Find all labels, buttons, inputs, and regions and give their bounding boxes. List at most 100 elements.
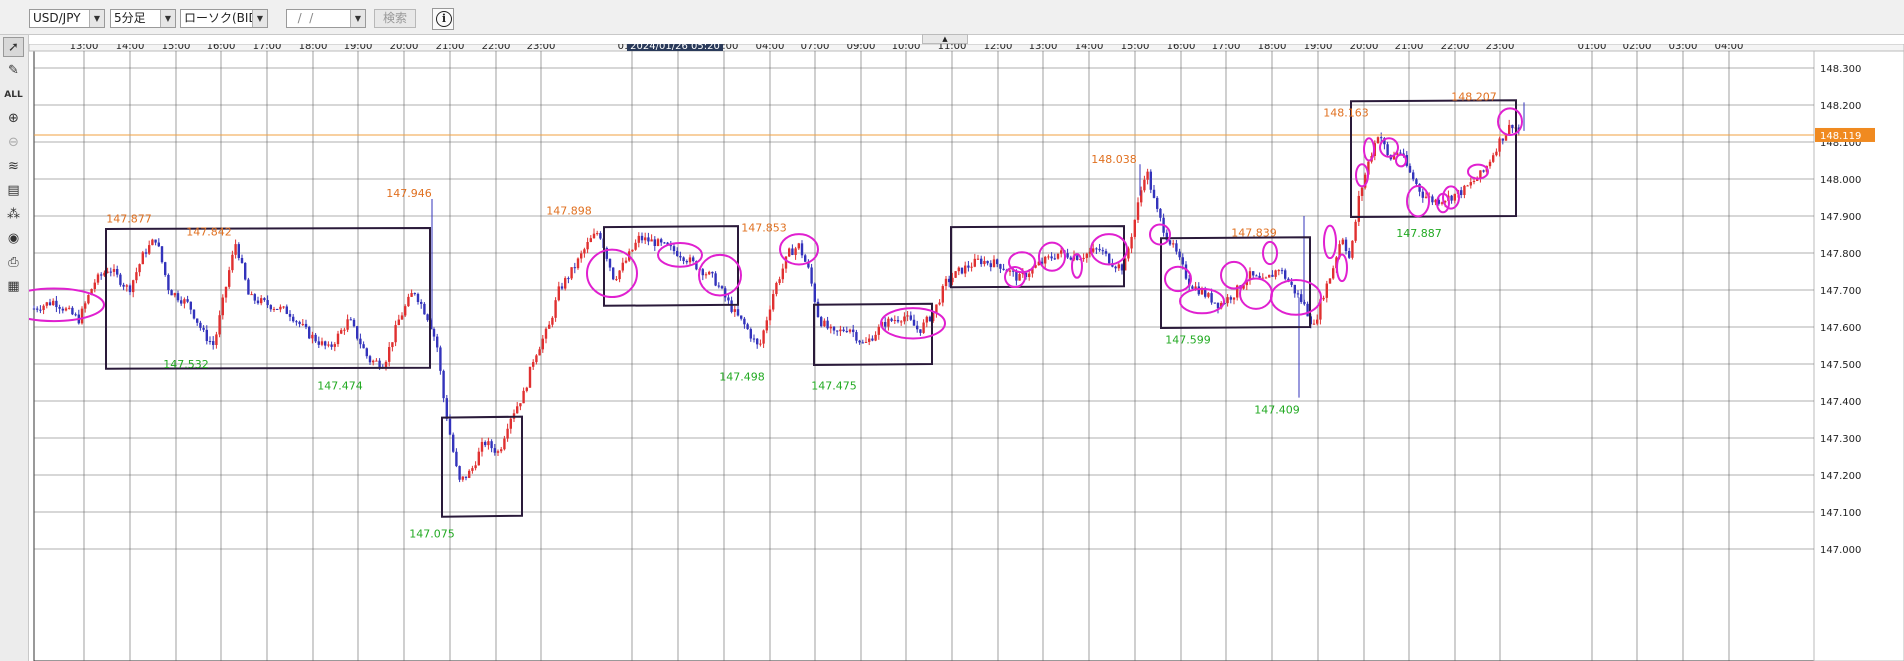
candle-body — [980, 258, 983, 265]
x-tick-label: 20:00 — [1350, 44, 1379, 52]
candle-body — [404, 306, 407, 316]
candle-body — [733, 309, 736, 312]
collapse-panel-button[interactable]: ▲ — [922, 34, 968, 44]
candle-body — [1421, 191, 1424, 198]
candle-body — [804, 255, 807, 262]
timeframe-select[interactable]: 5分足 ▼ — [110, 9, 176, 28]
eye-icon[interactable]: ◉ — [3, 229, 24, 249]
candle-body — [1498, 138, 1501, 152]
candle-body — [576, 258, 580, 269]
candle-body — [653, 239, 656, 246]
candle-body — [378, 360, 381, 368]
candle-body — [87, 294, 90, 304]
candle-body — [570, 267, 573, 279]
candle-body — [909, 315, 912, 320]
candle-body — [775, 282, 778, 295]
candle-body — [772, 294, 775, 310]
price-chart[interactable]: 13:00 14:00 15:00 16:00 17:00 18:00 19:00 20:00… — [29, 44, 1904, 661]
candle-body — [1047, 256, 1050, 258]
candle-body — [996, 259, 999, 265]
info-button[interactable]: i — [432, 8, 454, 30]
table-icon[interactable]: ▦ — [3, 277, 24, 297]
y-tick-label: 147.600 — [1820, 323, 1861, 334]
candle-body — [842, 329, 845, 332]
candle-body — [848, 329, 852, 332]
candle-body — [778, 279, 781, 283]
candle-body — [1450, 195, 1453, 201]
candle-body — [1508, 124, 1511, 135]
candle-body — [71, 307, 74, 315]
candle-body — [122, 284, 125, 287]
candle-body — [55, 300, 58, 308]
candle-body — [349, 319, 352, 321]
candle-body — [1511, 124, 1514, 129]
candle-body — [583, 249, 586, 254]
candle-body — [276, 308, 279, 310]
print-icon[interactable]: ⎙ — [3, 253, 24, 273]
crosshair-time-label: 2024/01/26 05:20 — [630, 44, 720, 52]
candle-body — [228, 270, 231, 287]
candle-body — [1306, 303, 1309, 317]
zoom-out-icon[interactable]: ⊖ — [3, 133, 24, 153]
candle-body — [810, 267, 813, 284]
y-tick-label: 147.700 — [1820, 286, 1861, 297]
candle-body — [1207, 293, 1210, 297]
date-placeholder: / / — [290, 11, 321, 25]
candle-body — [589, 238, 592, 243]
candle-body — [362, 344, 365, 349]
candle-body — [740, 315, 743, 319]
candle-body — [1104, 251, 1108, 254]
cursor-icon[interactable]: ➚ — [3, 37, 24, 57]
candle-body — [48, 302, 52, 306]
x-tick-label: 22:00 — [1441, 44, 1470, 52]
candle-body — [1284, 270, 1287, 279]
y-tick-label: 147.300 — [1820, 434, 1861, 445]
x-tick-label: 10:00 — [892, 44, 921, 52]
x-tick-label: 23:00 — [1486, 44, 1515, 52]
candle-body — [74, 314, 77, 316]
candle-body — [672, 246, 676, 252]
period-icon[interactable]: ▤ — [3, 181, 24, 201]
candle-body — [893, 319, 896, 321]
candle-body — [1341, 239, 1344, 245]
candle-body — [1482, 170, 1485, 172]
candle-body — [1008, 270, 1012, 272]
search-button[interactable]: 検索 — [374, 9, 416, 28]
candle-body — [160, 246, 164, 263]
x-tick-label: 19:00 — [1304, 44, 1333, 52]
date-input[interactable]: / / ▼ — [286, 9, 366, 28]
low-price-label: 147.409 — [1254, 404, 1300, 417]
x-tick-label: 04:00 — [756, 44, 785, 52]
candle-body — [96, 274, 100, 283]
candle-body — [976, 258, 980, 260]
candle-body — [1095, 248, 1098, 250]
candle-body — [1492, 155, 1495, 162]
candle-body — [1152, 189, 1156, 198]
delete-all-icon[interactable]: ALL — [3, 85, 24, 105]
candle-body — [752, 338, 756, 340]
pen-icon[interactable]: ✎ — [3, 61, 24, 81]
x-tick-label: 04:00 — [1715, 44, 1744, 52]
candle-body — [503, 438, 506, 450]
y-tick-label: 147.100 — [1820, 508, 1861, 519]
candle-body — [634, 242, 637, 250]
candle-body — [282, 306, 285, 308]
candle-body — [1258, 275, 1261, 278]
candle-body — [912, 319, 916, 326]
x-tick-label: 19:00 — [344, 44, 373, 52]
indicator-icon[interactable]: ≋ — [3, 157, 24, 177]
candle-body — [794, 248, 797, 255]
price-type-value: ローソク(BID) — [184, 11, 263, 25]
objects-icon[interactable]: ⁂ — [3, 205, 24, 225]
candle-body — [1210, 293, 1213, 303]
candle-body — [490, 441, 493, 449]
candle-body — [973, 258, 976, 267]
price-type-select[interactable]: ローソク(BID) ▼ — [180, 9, 268, 28]
candle-body — [410, 293, 413, 297]
low-price-label: 147.474 — [317, 380, 363, 393]
currency-pair-select[interactable]: USD/JPY ▼ — [29, 9, 105, 28]
candle-body — [560, 286, 564, 289]
candle-body — [1274, 270, 1277, 277]
candle-body — [1232, 297, 1236, 300]
zoom-in-icon[interactable]: ⊕ — [3, 109, 24, 129]
